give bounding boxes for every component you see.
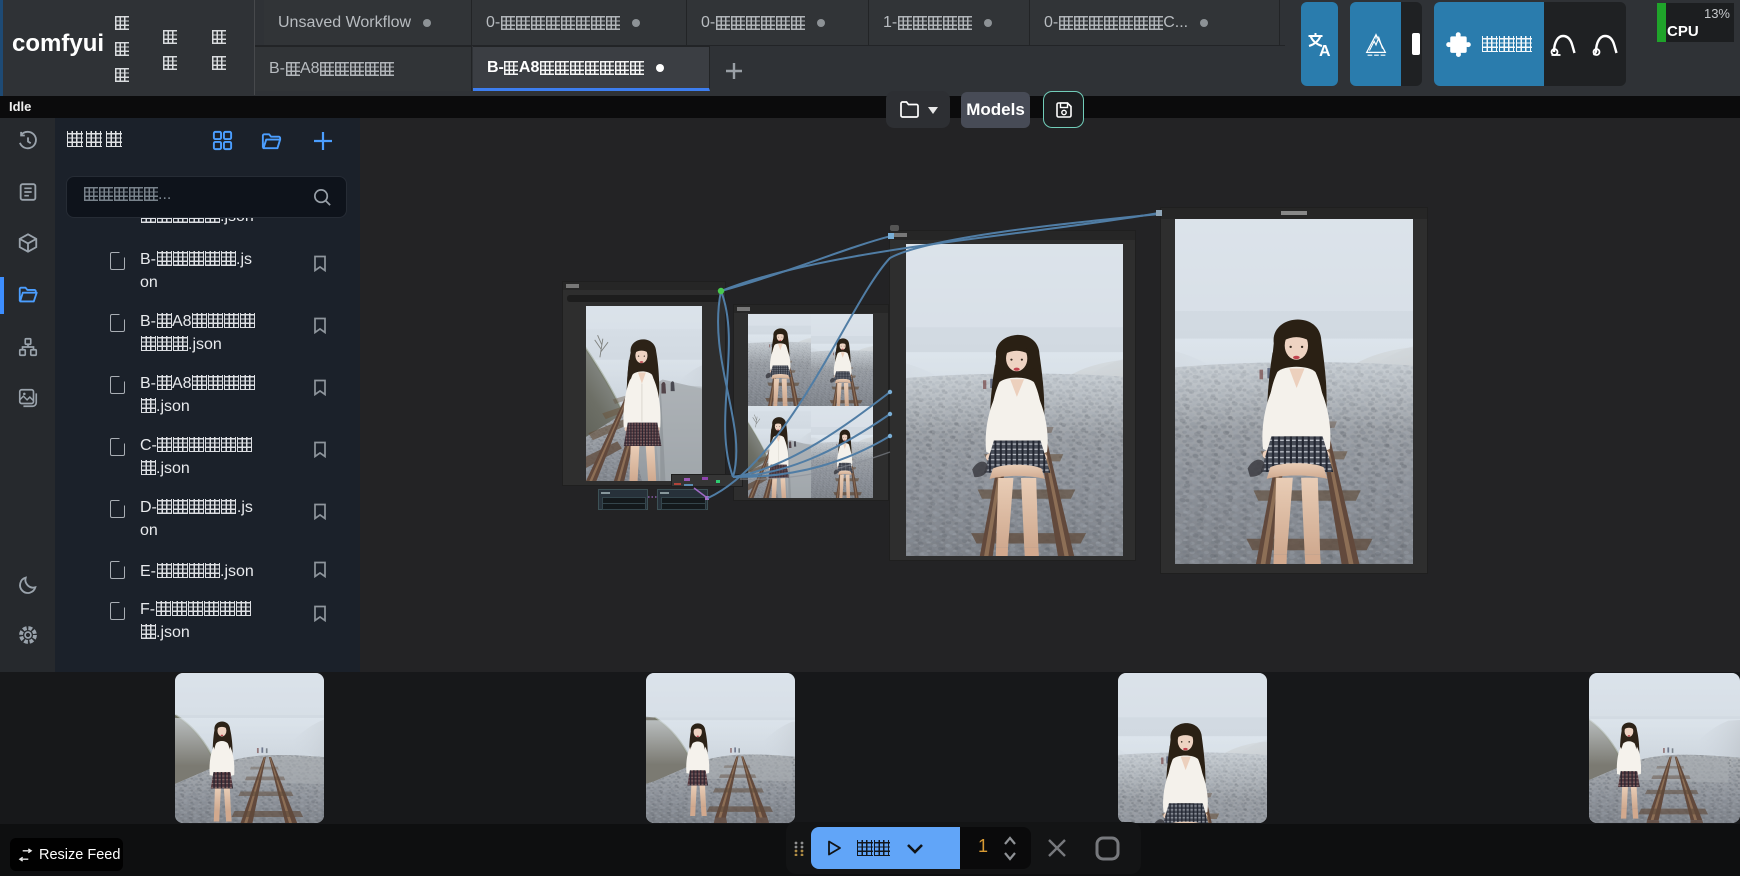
svg-text:A: A	[1319, 43, 1331, 58]
